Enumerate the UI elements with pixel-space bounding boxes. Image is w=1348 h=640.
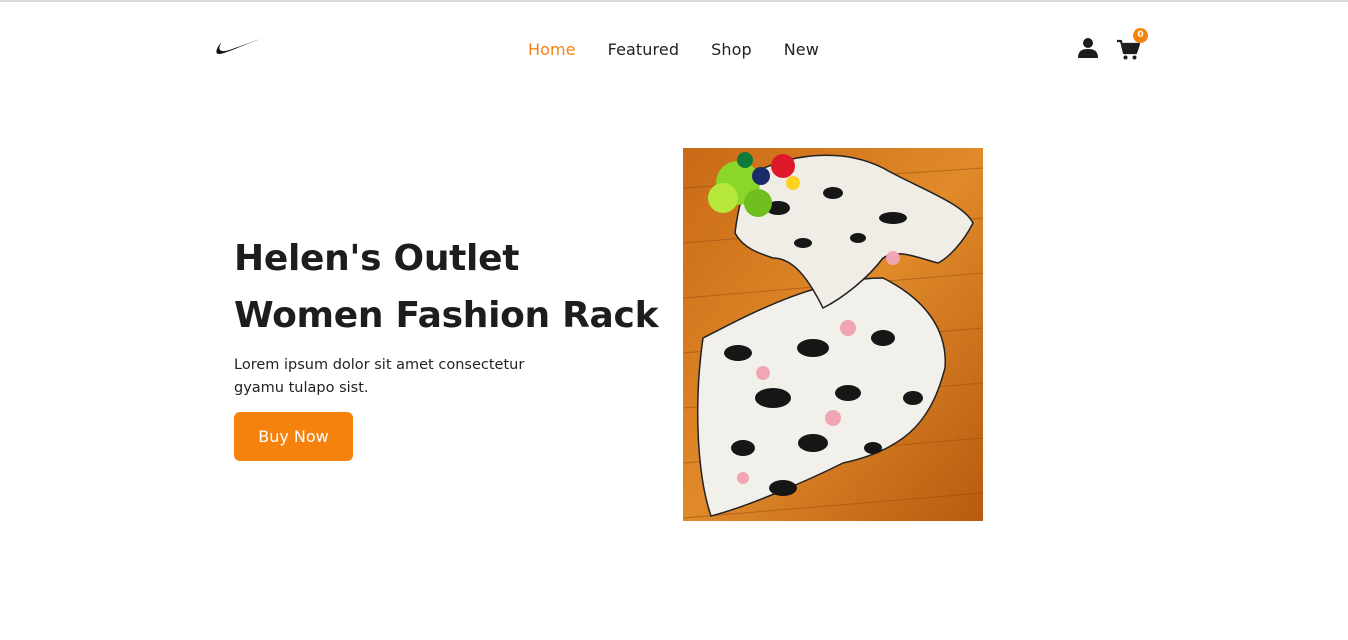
hero-title-line2: Women Fashion Rack [234,295,659,336]
hero-text: Helen's Outlet Women Fashion Rack Lorem … [234,230,674,461]
nav-featured[interactable]: Featured [608,40,679,59]
swoosh-logo-icon[interactable] [214,34,268,58]
hero-description: Lorem ipsum dolor sit amet consectetur g… [234,357,525,396]
buy-now-button[interactable]: Buy Now [234,412,353,461]
main-nav: Home Featured Shop New [528,40,819,59]
hero-product-image [683,148,983,521]
cart-button[interactable]: 0 [1116,27,1150,61]
cart-count-badge: 0 [1133,28,1148,43]
hero-title-line1: Helen's Outlet [234,238,520,279]
nav-home[interactable]: Home [528,40,576,59]
nav-shop[interactable]: Shop [711,40,752,59]
user-icon[interactable] [1077,37,1099,59]
nav-new[interactable]: New [784,40,819,59]
site-header: Home Featured Shop New 0 [0,2,1348,92]
